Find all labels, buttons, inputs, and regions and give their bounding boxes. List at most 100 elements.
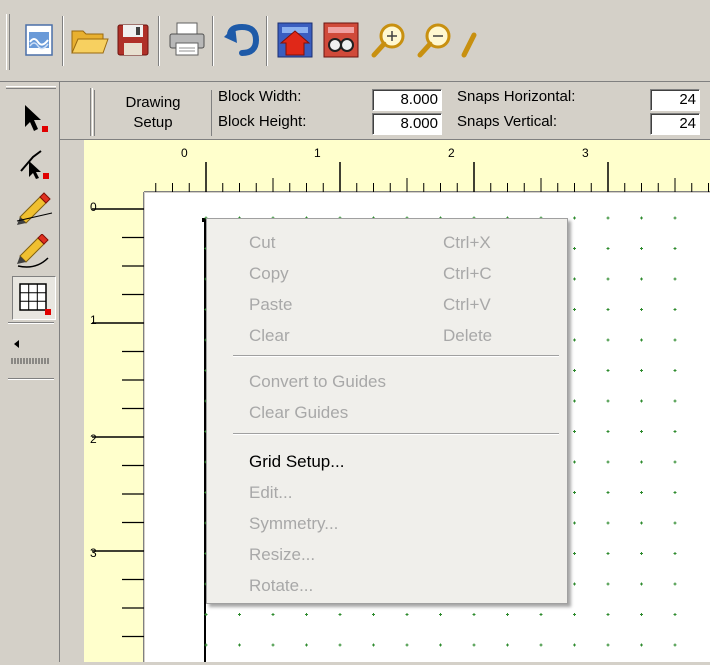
line-tool-button[interactable] [12, 186, 56, 230]
undo-button[interactable] [220, 16, 262, 64]
grid-dot [573, 216, 576, 220]
menu-item-resize[interactable]: Resize... [207, 539, 567, 570]
menu-item-clear-guides[interactable]: Clear Guides [207, 397, 567, 428]
grid-dot [305, 613, 308, 616]
block-height-label: Block Height: [218, 113, 307, 130]
menu-item-rotate[interactable]: Rotate... [207, 570, 567, 601]
vruler-label-2: 2 [90, 432, 97, 446]
snaps-horizontal-label: Snaps Horizontal: [457, 88, 576, 105]
grid-dot [573, 460, 576, 464]
hruler-label-2: 2 [448, 146, 455, 160]
grid-dot [640, 491, 643, 494]
grid-dot [673, 430, 677, 433]
menu-item-convert-to-guides[interactable]: Convert to Guides [207, 366, 567, 397]
grid-dot [372, 643, 375, 647]
menu-item-convert-to-guides-label: Convert to Guides [249, 372, 387, 391]
vertical-ruler-ticks [92, 208, 144, 638]
palette-grip[interactable] [6, 86, 56, 89]
grid-dot [405, 643, 409, 647]
save-button[interactable] [112, 16, 154, 64]
grid-dot [606, 460, 610, 464]
zoom-in-button[interactable] [368, 16, 410, 64]
menu-item-clear[interactable]: Clear Delete [207, 320, 567, 351]
grid-dot [606, 491, 610, 494]
grid-dot [573, 308, 576, 311]
grid-dot [640, 460, 643, 464]
grid-dot [640, 613, 643, 616]
grid-tool-icon [19, 283, 51, 315]
save-disk-icon [117, 24, 149, 56]
view-sketchbook-icon [323, 22, 359, 58]
grid-dot [472, 613, 476, 616]
new-document-button[interactable] [18, 16, 60, 64]
menu-item-copy-label: Copy [249, 264, 289, 283]
menu-item-paste-shortcut: Ctrl+V [443, 295, 491, 314]
grid-dot [606, 369, 610, 372]
context-menu: Cut Ctrl+X Copy Ctrl+C Paste Ctrl+V Clea… [206, 218, 568, 604]
menu-item-clear-guides-label: Clear Guides [249, 403, 349, 422]
horizontal-ruler[interactable]: 0 1 2 3 [144, 140, 710, 192]
menu-item-symmetry[interactable]: Symmetry... [207, 508, 567, 539]
grid-dot [573, 277, 576, 281]
grid-dot [673, 338, 677, 342]
curve-tool-button[interactable] [12, 230, 56, 274]
grid-dot [673, 369, 677, 372]
grid-dot [573, 247, 576, 250]
menu-item-clear-shortcut: Delete [443, 326, 493, 345]
view-sketchbook-button[interactable] [320, 16, 362, 64]
ruler-gutter [60, 140, 84, 662]
menu-item-copy[interactable]: Copy Ctrl+C [207, 258, 567, 289]
snaps-vertical-field[interactable]: 24 [650, 113, 700, 135]
main-toolbar [0, 0, 710, 82]
menu-item-rotate-label: Rotate... [249, 576, 314, 595]
menu-item-resize-label: Resize... [249, 545, 316, 564]
menu-item-cut[interactable]: Cut Ctrl+X [207, 227, 567, 258]
grid-dot [439, 643, 442, 647]
menu-item-edit[interactable]: Edit... [207, 477, 567, 508]
add-to-sketchbook-button[interactable] [274, 16, 316, 64]
drawing-setup-label-line2: Setup [133, 114, 173, 131]
menu-item-cut-shortcut: Ctrl+X [443, 233, 491, 252]
horizontal-ruler-ticks [155, 162, 709, 192]
grid-dot [673, 521, 677, 525]
block-height-field[interactable]: 8.000 [372, 113, 442, 135]
pick-tool-button[interactable] [12, 96, 56, 140]
vertical-ruler[interactable]: 0 1 2 3 [84, 192, 144, 662]
open-button[interactable] [68, 16, 110, 64]
snaps-horizontal-field[interactable]: 24 [650, 89, 700, 111]
grid-dot [573, 338, 576, 342]
grid-dot [606, 613, 610, 616]
menu-item-grid-setup-label: Grid Setup... [249, 452, 345, 471]
palette-expand-arrow[interactable] [10, 338, 56, 368]
grid-dot [573, 582, 576, 586]
zoom-out-button[interactable] [414, 16, 456, 64]
zoom-tool-button-partial[interactable] [460, 16, 484, 64]
menu-item-clear-label: Clear [249, 326, 290, 345]
grid-dot [606, 277, 610, 281]
grid-tool-button[interactable] [12, 276, 56, 320]
snaps-vertical-label: Snaps Vertical: [457, 113, 558, 130]
grid-dot [372, 613, 375, 616]
grid-dot [606, 582, 610, 586]
pick-arrow-tool-icon [25, 105, 48, 132]
vruler-label-3: 3 [90, 546, 97, 560]
print-button[interactable] [166, 16, 208, 64]
grid-dot [640, 552, 643, 555]
drawing-setup-button[interactable]: Drawing Setup [94, 90, 212, 136]
menu-item-paste[interactable]: Paste Ctrl+V [207, 289, 567, 320]
tool-palette [0, 82, 60, 662]
grid-dot [506, 643, 509, 647]
grid-dot [673, 613, 677, 616]
menu-item-grid-setup[interactable]: Grid Setup... [207, 446, 567, 477]
grid-dot [640, 369, 643, 372]
toolbar-grip[interactable] [6, 14, 10, 70]
grid-dot [606, 216, 610, 220]
drawing-info-bar: Drawing Setup Block Width: 8.000 Block H… [60, 82, 710, 140]
block-width-field[interactable]: 8.000 [372, 89, 442, 111]
block-width-label: Block Width: [218, 88, 302, 105]
shape-tool-button[interactable] [12, 142, 56, 186]
magnifier-icon [461, 32, 477, 58]
vruler-label-1: 1 [90, 313, 97, 327]
grid-dot [573, 552, 576, 555]
grid-dot [606, 308, 610, 311]
